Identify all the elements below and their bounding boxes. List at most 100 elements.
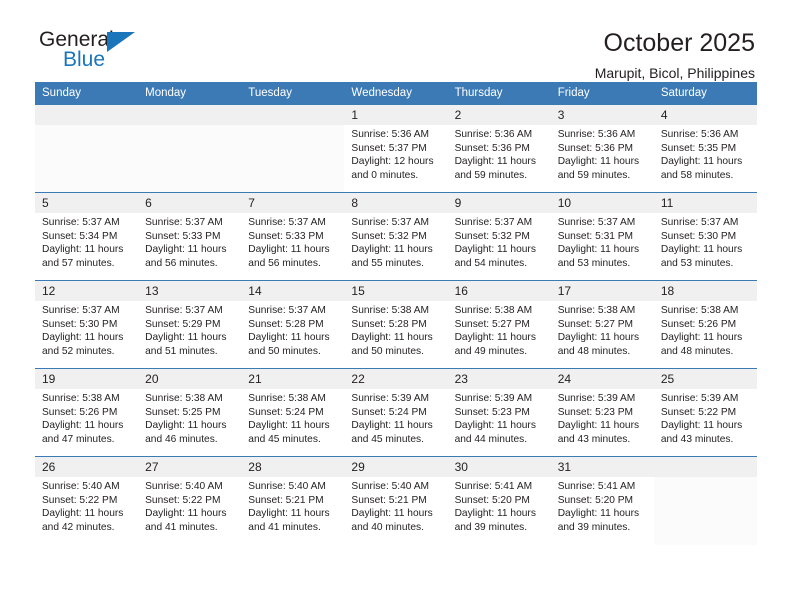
calendar-day-cell[interactable]: 6 Sunrise: 5:37 AM Sunset: 5:33 PM Daylight… xyxy=(138,192,242,281)
calendar-day-cell[interactable]: 18 Sunrise: 5:38 AM Sunset: 5:26 PM Dayligh… xyxy=(653,280,757,369)
sunrise-text: Sunrise: 5:39 AM xyxy=(660,393,739,404)
sunset-text: Sunset: 5:23 PM xyxy=(557,406,634,418)
weekday-header-sunday: Sunday xyxy=(35,82,139,105)
sunset-text: Sunset: 5:22 PM xyxy=(42,494,118,506)
calendar-day-cell[interactable]: 12 Sunrise: 5:37 AM Sunset: 5:30 PM Dayligh… xyxy=(35,280,139,369)
day-details: Sunrise: 5:38 AM Sunset: 5:25 PM Daylight:… xyxy=(138,389,241,446)
daylight-text-line2: and 46 minutes. xyxy=(145,433,218,445)
sunset-text: Sunset: 5:23 PM xyxy=(454,406,530,418)
sunset-text: Sunset: 5:33 PM xyxy=(248,230,324,242)
calendar-day-cell[interactable]: 20 Sunrise: 5:38 AM Sunset: 5:25 PM Dayligh… xyxy=(138,368,242,457)
sunset-text: Sunset: 5:35 PM xyxy=(660,142,737,154)
day-number xyxy=(138,105,242,125)
day-details: Sunrise: 5:37 AM Sunset: 5:33 PM Daylight:… xyxy=(241,213,344,270)
calendar-day-cell[interactable]: 7 Sunrise: 5:37 AM Sunset: 5:33 PM Daylight… xyxy=(241,192,345,281)
calendar-day-cell[interactable]: 25 Sunrise: 5:39 AM Sunset: 5:22 PM Dayligh… xyxy=(653,368,757,457)
daylight-text-line2: and 48 minutes. xyxy=(557,345,631,357)
day-details: Sunrise: 5:37 AM Sunset: 5:29 PM Daylight:… xyxy=(138,301,241,358)
daylight-text-line1: Daylight: 11 hours xyxy=(248,244,330,256)
calendar-day-cell[interactable]: 5 Sunrise: 5:37 AM Sunset: 5:34 PM Daylight… xyxy=(35,192,139,281)
sunrise-text: Sunrise: 5:41 AM xyxy=(557,481,636,492)
day-number: 2 xyxy=(447,105,551,125)
daylight-text-line1: Daylight: 11 hours xyxy=(145,420,227,432)
calendar-day-cell[interactable]: 1 Sunrise: 5:36 AM Sunset: 5:37 PM Daylight… xyxy=(344,104,448,193)
daylight-text-line1: Daylight: 11 hours xyxy=(351,420,433,432)
calendar-week-row: 5 Sunrise: 5:37 AM Sunset: 5:34 PM Daylight… xyxy=(35,192,757,281)
daylight-text-line2: and 43 minutes. xyxy=(557,433,631,445)
daylight-text-line1: Daylight: 11 hours xyxy=(454,244,536,256)
day-number: 19 xyxy=(35,369,139,389)
calendar-day-cell[interactable]: 10 Sunrise: 5:37 AM Sunset: 5:31 PM Dayligh… xyxy=(550,192,654,281)
sunrise-text: Sunrise: 5:39 AM xyxy=(557,393,636,404)
calendar-day-cell[interactable]: 8 Sunrise: 5:37 AM Sunset: 5:32 PM Daylight… xyxy=(344,192,448,281)
sunset-text: Sunset: 5:30 PM xyxy=(660,230,737,242)
sunset-text: Sunset: 5:22 PM xyxy=(660,406,737,418)
day-details: Sunrise: 5:40 AM Sunset: 5:22 PM Daylight:… xyxy=(35,477,138,534)
calendar-day-cell[interactable]: 11 Sunrise: 5:37 AM Sunset: 5:30 PM Dayligh… xyxy=(653,192,757,281)
daylight-text-line1: Daylight: 11 hours xyxy=(248,420,330,432)
calendar-day-cell[interactable]: 4 Sunrise: 5:36 AM Sunset: 5:35 PM Daylight… xyxy=(653,104,757,193)
calendar-day-cell[interactable]: 31 Sunrise: 5:41 AM Sunset: 5:20 PM Dayligh… xyxy=(550,456,654,545)
day-details: Sunrise: 5:36 AM Sunset: 5:37 PM Daylight:… xyxy=(344,125,447,182)
daylight-text-line1: Daylight: 11 hours xyxy=(145,332,227,344)
day-number: 5 xyxy=(35,193,139,213)
day-number: 20 xyxy=(138,369,242,389)
day-number: 6 xyxy=(138,193,242,213)
calendar-day-cell[interactable]: 3 Sunrise: 5:36 AM Sunset: 5:36 PM Daylight… xyxy=(550,104,654,193)
calendar-day-cell[interactable]: 15 Sunrise: 5:38 AM Sunset: 5:28 PM Dayligh… xyxy=(344,280,448,369)
calendar-day-cell[interactable]: 9 Sunrise: 5:37 AM Sunset: 5:32 PM Daylight… xyxy=(447,192,551,281)
weekday-header-tuesday: Tuesday xyxy=(241,82,345,105)
sunrise-text: Sunrise: 5:38 AM xyxy=(660,305,739,316)
day-number: 24 xyxy=(550,369,654,389)
sunrise-text: Sunrise: 5:39 AM xyxy=(454,393,533,404)
calendar-day-cell[interactable]: 26 Sunrise: 5:40 AM Sunset: 5:22 PM Dayligh… xyxy=(35,456,139,545)
calendar-day-cell[interactable]: 24 Sunrise: 5:39 AM Sunset: 5:23 PM Dayligh… xyxy=(550,368,654,457)
sunrise-text: Sunrise: 5:40 AM xyxy=(351,481,430,492)
day-details: Sunrise: 5:37 AM Sunset: 5:30 PM Daylight:… xyxy=(35,301,138,358)
month-calendar: Sunday Monday Tuesday Wednesday Thursday Frid… xyxy=(35,82,757,545)
sunrise-text: Sunrise: 5:37 AM xyxy=(248,305,326,316)
calendar-day-cell-empty xyxy=(241,104,345,193)
day-details: Sunrise: 5:37 AM Sunset: 5:32 PM Daylight:… xyxy=(344,213,447,270)
calendar-day-cell[interactable]: 2 Sunrise: 5:36 AM Sunset: 5:36 PM Daylight… xyxy=(447,104,551,193)
sunset-text: Sunset: 5:25 PM xyxy=(145,406,221,418)
sunset-text: Sunset: 5:34 PM xyxy=(42,230,118,242)
daylight-text-line1: Daylight: 11 hours xyxy=(454,332,536,344)
day-number: 16 xyxy=(447,281,551,301)
daylight-text-line2: and 42 minutes. xyxy=(42,521,115,533)
daylight-text-line2: and 39 minutes. xyxy=(557,521,631,533)
day-details: Sunrise: 5:39 AM Sunset: 5:23 PM Daylight:… xyxy=(448,389,551,446)
day-number: 30 xyxy=(447,457,551,477)
daylight-text-line1: Daylight: 11 hours xyxy=(351,508,433,520)
day-details: Sunrise: 5:37 AM Sunset: 5:33 PM Daylight:… xyxy=(138,213,241,270)
calendar-week-row: 12 Sunrise: 5:37 AM Sunset: 5:30 PM Dayligh… xyxy=(35,280,757,369)
day-details: Sunrise: 5:40 AM Sunset: 5:22 PM Daylight:… xyxy=(138,477,241,534)
calendar-day-cell[interactable]: 22 Sunrise: 5:39 AM Sunset: 5:24 PM Dayligh… xyxy=(344,368,448,457)
calendar-day-cell[interactable]: 21 Sunrise: 5:38 AM Sunset: 5:24 PM Dayligh… xyxy=(241,368,345,457)
calendar-day-cell[interactable]: 19 Sunrise: 5:38 AM Sunset: 5:26 PM Dayligh… xyxy=(35,368,139,457)
calendar-day-cell[interactable]: 29 Sunrise: 5:40 AM Sunset: 5:21 PM Dayligh… xyxy=(344,456,448,545)
calendar-week-row: 1 Sunrise: 5:36 AM Sunset: 5:37 PM Daylight… xyxy=(35,104,757,193)
sunrise-text: Sunrise: 5:38 AM xyxy=(145,393,223,404)
calendar-day-cell[interactable]: 16 Sunrise: 5:38 AM Sunset: 5:27 PM Dayligh… xyxy=(447,280,551,369)
calendar-day-cell[interactable]: 30 Sunrise: 5:41 AM Sunset: 5:20 PM Dayligh… xyxy=(447,456,551,545)
sunset-text: Sunset: 5:32 PM xyxy=(454,230,530,242)
daylight-text-line1: Daylight: 11 hours xyxy=(660,156,743,168)
sunset-text: Sunset: 5:22 PM xyxy=(145,494,221,506)
calendar-day-cell[interactable]: 14 Sunrise: 5:37 AM Sunset: 5:28 PM Dayligh… xyxy=(241,280,345,369)
daylight-text-line2: and 41 minutes. xyxy=(248,521,321,533)
daylight-text-line1: Daylight: 11 hours xyxy=(248,332,330,344)
sunrise-text: Sunrise: 5:38 AM xyxy=(42,393,120,404)
sunset-text: Sunset: 5:28 PM xyxy=(248,318,324,330)
calendar-day-cell[interactable]: 28 Sunrise: 5:40 AM Sunset: 5:21 PM Dayligh… xyxy=(241,456,345,545)
day-number: 4 xyxy=(653,105,757,125)
calendar-day-cell[interactable]: 13 Sunrise: 5:37 AM Sunset: 5:29 PM Dayligh… xyxy=(138,280,242,369)
calendar-day-cell[interactable]: 17 Sunrise: 5:38 AM Sunset: 5:27 PM Dayligh… xyxy=(550,280,654,369)
calendar-day-cell[interactable]: 27 Sunrise: 5:40 AM Sunset: 5:22 PM Dayligh… xyxy=(138,456,242,545)
weekday-header-monday: Monday xyxy=(138,82,242,105)
sunset-text: Sunset: 5:36 PM xyxy=(557,142,634,154)
weekday-header-thursday: Thursday xyxy=(447,82,551,105)
calendar-day-cell[interactable]: 23 Sunrise: 5:39 AM Sunset: 5:23 PM Dayligh… xyxy=(447,368,551,457)
sunrise-text: Sunrise: 5:37 AM xyxy=(351,217,430,228)
day-details: Sunrise: 5:41 AM Sunset: 5:20 PM Daylight:… xyxy=(551,477,654,534)
